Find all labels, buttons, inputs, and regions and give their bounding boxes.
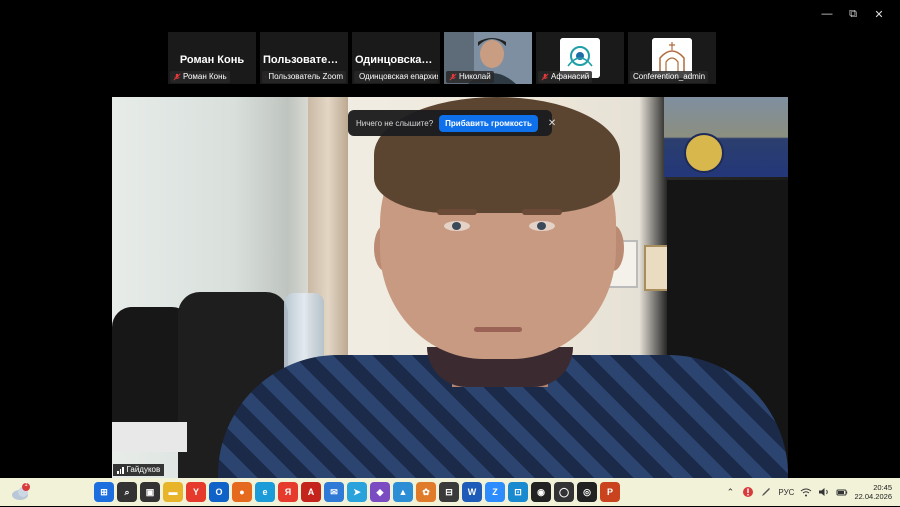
participant-label-text: Афанасий xyxy=(551,71,589,83)
participant-label: Афанасий xyxy=(538,71,592,83)
clock-date: 22.04.2026 xyxy=(854,492,892,501)
speaker-eye xyxy=(444,221,470,231)
maximize-button[interactable]: ⧉ xyxy=(840,6,866,22)
zoom-window: — ⧉ ✕ Роман Конь Роман Конь Пользователь… xyxy=(0,0,900,478)
word-icon[interactable]: W xyxy=(462,482,482,502)
battery-icon[interactable] xyxy=(836,486,848,498)
obs-icon[interactable]: ◉ xyxy=(531,482,551,502)
app-dark-icon[interactable]: ◎ xyxy=(577,482,597,502)
outlook-icon[interactable]: O xyxy=(209,482,229,502)
search-icon[interactable]: ⌕ xyxy=(117,482,137,502)
participant-display-name: Одинцовская е... xyxy=(352,54,440,66)
participant-label: Одинцовская епархия, п... xyxy=(354,71,438,83)
close-notice-icon[interactable]: ✕ xyxy=(548,118,556,129)
paint-icon[interactable]: ✿ xyxy=(416,482,436,502)
file-explorer-icon[interactable]: ▬ xyxy=(163,482,183,502)
clock-time: 20:45 xyxy=(873,483,892,492)
participant-tile-avatar[interactable]: Conferention_admin xyxy=(628,32,716,84)
window-controls: — ⧉ ✕ xyxy=(814,6,892,22)
wifi-icon[interactable] xyxy=(800,486,812,498)
speaker-brow xyxy=(437,209,477,215)
task-view-icon[interactable]: ▣ xyxy=(140,482,160,502)
speaker-brow xyxy=(522,209,562,215)
acrobat-icon[interactable]: A xyxy=(301,482,321,502)
video-papers xyxy=(112,422,187,452)
mic-muted-icon xyxy=(449,73,457,81)
active-speaker-video[interactable] xyxy=(112,97,788,478)
video-painting xyxy=(664,97,788,177)
video-emblem xyxy=(684,133,724,173)
participant-tile[interactable]: Одинцовская е... Одинцовская епархия, п.… xyxy=(352,32,440,84)
close-button[interactable]: ✕ xyxy=(866,6,892,22)
start-icon[interactable]: ⊞ xyxy=(94,482,114,502)
telegram-icon[interactable]: ➤ xyxy=(347,482,367,502)
network-alert-icon[interactable] xyxy=(742,486,754,498)
participant-label: Николай xyxy=(446,71,494,83)
taskbar: 1 ⊞⌕▣▬YO●eЯA✉➤◆▲✿⊟WZ⊡◉◯◎P ⌃ РУС 20:45 22… xyxy=(0,478,900,506)
participant-tile-avatar[interactable]: Афанасий xyxy=(536,32,624,84)
mic-muted-icon xyxy=(173,73,181,81)
system-tray: ⌃ РУС 20:45 22.04.2026 xyxy=(724,478,892,506)
mail-icon[interactable]: ✉ xyxy=(324,482,344,502)
calculator-icon[interactable]: ⊟ xyxy=(439,482,459,502)
mic-muted-icon xyxy=(265,73,266,81)
pen-icon[interactable] xyxy=(760,486,772,498)
language-indicator[interactable]: РУС xyxy=(778,488,794,497)
participant-tile[interactable]: Роман Конь Роман Конь xyxy=(168,32,256,84)
edge-icon[interactable]: e xyxy=(255,482,275,502)
whatsapp-icon[interactable]: ◯ xyxy=(554,482,574,502)
active-speaker-label: Гайдуков xyxy=(113,464,164,476)
participant-label: Пользователь Zoom xyxy=(262,71,346,83)
participant-label-text: Одинцовская епархия, п... xyxy=(359,71,438,83)
audio-notice: Ничего не слышите? Прибавить громкость ✕ xyxy=(348,110,552,136)
audio-level-icon xyxy=(117,467,124,474)
participant-display-name: Роман Конь xyxy=(168,54,256,66)
firefox-icon[interactable]: ● xyxy=(232,482,252,502)
audio-notice-text: Ничего не слышите? xyxy=(356,119,433,128)
participant-label-text: Пользователь Zoom xyxy=(268,71,343,83)
yandex-browser-icon[interactable]: Я xyxy=(278,482,298,502)
participant-label: Conferention_admin xyxy=(630,71,708,83)
active-speaker-name: Гайдуков xyxy=(127,464,161,476)
speaker-mouth xyxy=(474,327,522,332)
participant-tile-video[interactable]: Николай xyxy=(444,32,532,84)
weather-widget[interactable]: 1 xyxy=(10,482,32,502)
store-icon[interactable]: ⊡ xyxy=(508,482,528,502)
participant-strip: Роман Конь Роман Конь Пользователь... По… xyxy=(168,32,716,86)
participant-label-text: Роман Конь xyxy=(183,71,227,83)
participant-label: Роман Конь xyxy=(170,71,230,83)
mic-muted-icon xyxy=(541,73,549,81)
participant-tile[interactable]: Пользователь... Пользователь Zoom xyxy=(260,32,348,84)
powerpoint-icon[interactable]: P xyxy=(600,482,620,502)
yandex-icon[interactable]: Y xyxy=(186,482,206,502)
participant-label-text: Николай xyxy=(459,71,491,83)
clock[interactable]: 20:45 22.04.2026 xyxy=(854,483,892,501)
increase-volume-button[interactable]: Прибавить громкость xyxy=(439,115,538,132)
zoom-icon[interactable]: Z xyxy=(485,482,505,502)
app-purple-icon[interactable]: ◆ xyxy=(370,482,390,502)
minimize-button[interactable]: — xyxy=(814,6,840,22)
taskbar-apps: ⊞⌕▣▬YO●eЯA✉➤◆▲✿⊟WZ⊡◉◯◎P xyxy=(94,478,620,506)
volume-icon[interactable] xyxy=(818,486,830,498)
participant-label-text: Conferention_admin xyxy=(633,71,705,83)
photos-icon[interactable]: ▲ xyxy=(393,482,413,502)
speaker-eye xyxy=(529,221,555,231)
weather-badge: 1 xyxy=(23,482,29,488)
participant-display-name: Пользователь... xyxy=(260,54,348,66)
chevron-up-icon[interactable]: ⌃ xyxy=(724,486,736,498)
